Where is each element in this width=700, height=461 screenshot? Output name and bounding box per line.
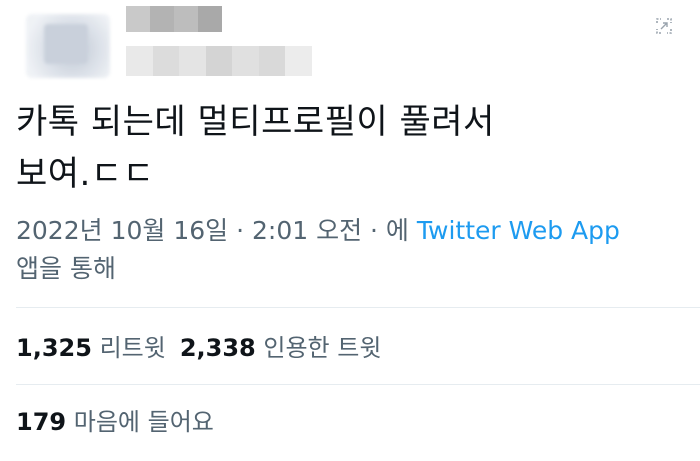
tweet-text-line: 보여.ㄷㄷ <box>16 154 155 194</box>
meta-separator: · <box>362 216 386 245</box>
like-label: 마음에 들어요 <box>73 408 214 436</box>
tweet-text: 카톡 되는데 멀티프로필이 풀려서 보여.ㄷㄷ <box>16 96 676 200</box>
tweet-date[interactable]: 2022년 10월 16일 <box>16 216 228 245</box>
retweet-label: 리트윗 <box>99 334 166 362</box>
divider <box>16 307 700 308</box>
avatar[interactable] <box>26 14 110 78</box>
stats-row-retweets: 1,325 리트윗 2,338 인용한 트윗 <box>16 331 381 365</box>
tweet-time[interactable]: 2:01 오전 <box>252 216 362 245</box>
retweets-stat[interactable]: 1,325 리트윗 <box>16 334 166 362</box>
expand-icon[interactable] <box>656 18 672 34</box>
likes-stat[interactable]: 179 마음에 들어요 <box>16 408 214 436</box>
tweet-meta: 2022년 10월 16일 · 2:01 오전 · 에 Twitter Web … <box>16 212 686 288</box>
quotes-stat[interactable]: 2,338 인용한 트윗 <box>180 334 382 362</box>
retweet-count: 1,325 <box>16 334 92 362</box>
divider <box>16 384 700 385</box>
display-name-blurred[interactable] <box>126 6 222 32</box>
username-blurred[interactable] <box>126 46 312 76</box>
quote-label: 인용한 트윗 <box>263 334 382 362</box>
via-prefix: 에 <box>385 216 417 245</box>
stats-row-likes: 179 마음에 들어요 <box>16 405 214 439</box>
like-count: 179 <box>16 408 67 436</box>
meta-separator: · <box>228 216 252 245</box>
tweet-text-line: 카톡 되는데 멀티프로필이 풀려서 <box>16 102 495 142</box>
source-app-link[interactable]: Twitter Web App <box>417 216 620 245</box>
via-suffix: 앱을 통해 <box>16 254 116 283</box>
quote-count: 2,338 <box>179 334 256 362</box>
